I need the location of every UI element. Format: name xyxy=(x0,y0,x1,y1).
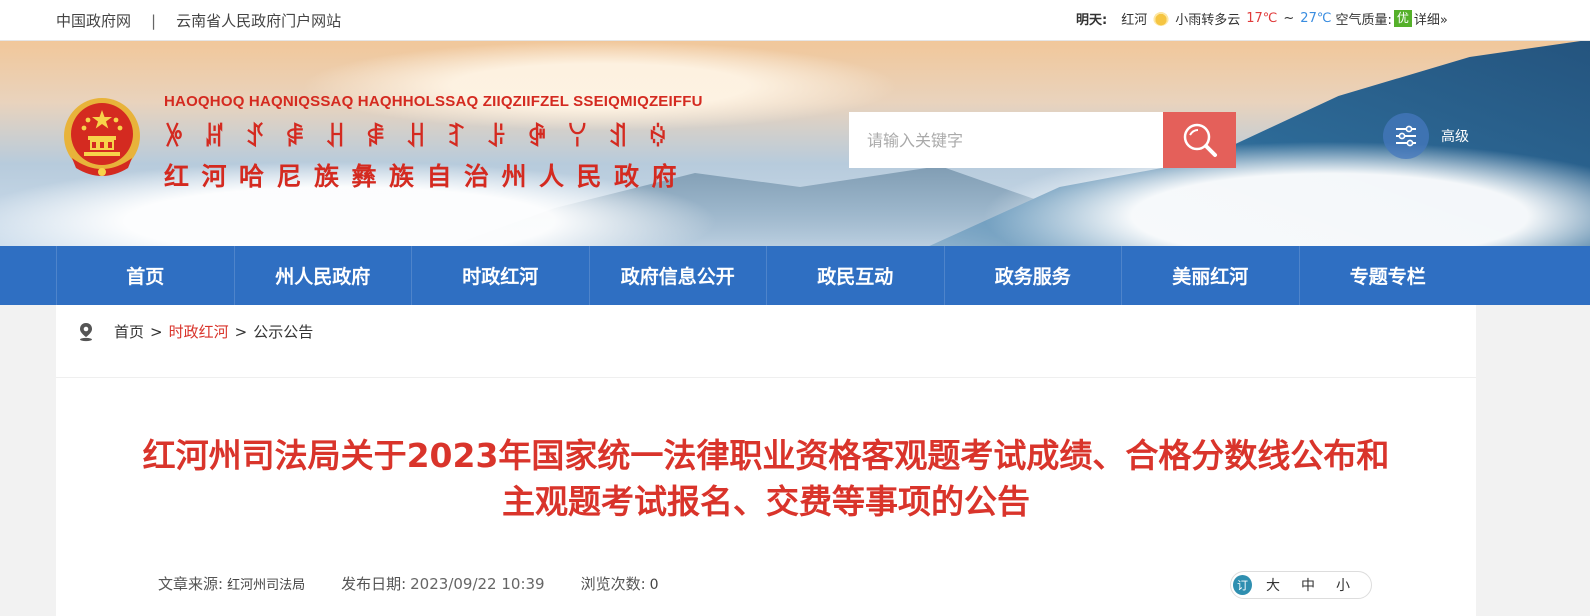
nav-item-topics[interactable]: 专题专栏 xyxy=(1298,246,1477,305)
advanced-search-button[interactable]: 高级 xyxy=(1383,113,1469,159)
sliders-icon xyxy=(1383,113,1429,159)
link-yunnan-gov[interactable]: 云南省人民政府门户网站 xyxy=(176,10,341,31)
partly-cloudy-sun-icon xyxy=(1153,10,1170,26)
content-panel: 首页 > 时政红河 > 公示公告 红河州司法局关于2023年国家统一法律职业资格… xyxy=(56,305,1476,616)
breadcrumb-home[interactable]: 首页 xyxy=(114,321,144,342)
font-size-large[interactable]: 大 xyxy=(1266,575,1280,595)
font-size-icon: 订 xyxy=(1233,575,1252,595)
top-links: 中国政府网 | 云南省人民政府门户网站 xyxy=(56,10,341,31)
location-pin-icon xyxy=(80,322,92,341)
weather-temp-low: 27℃ xyxy=(1300,10,1332,26)
nav-item-home[interactable]: 首页 xyxy=(56,246,234,305)
breadcrumb-section[interactable]: 时政红河 xyxy=(169,321,229,342)
site-title-yi: ꉼꏦꀋꍂꃅꍂꃅꆈꌠꋤꌩꀊꍈ xyxy=(164,123,689,153)
banner-cloud xyxy=(300,41,900,131)
font-size-selector: 订 大 中 小 xyxy=(1230,571,1372,599)
source-value: 红河州司法局 xyxy=(227,578,306,593)
search-icon xyxy=(1183,123,1217,157)
advanced-search-label: 高级 xyxy=(1441,129,1469,145)
nav-item-interaction[interactable]: 政民互动 xyxy=(766,246,944,305)
nav-item-beautiful-honghe[interactable]: 美丽红河 xyxy=(1121,246,1299,305)
font-size-small[interactable]: 小 xyxy=(1336,575,1350,595)
weather-widget: 明天: 红河 小雨转多云 17℃ ~ 27℃ 空气质量: 优 详细» xyxy=(1076,9,1448,27)
search-input[interactable] xyxy=(849,112,1163,168)
nav-item-government[interactable]: 州人民政府 xyxy=(233,246,412,305)
air-quality-label: 空气质量: xyxy=(1335,12,1392,28)
date-value: 2023/09/22 10:39 xyxy=(410,575,545,593)
breadcrumb-current[interactable]: 公示公告 xyxy=(253,321,313,342)
views-value: 0 xyxy=(649,577,659,593)
date-label: 发布日期: xyxy=(341,575,407,593)
site-title-latin: HAOQHOQ HAQNIQSSAQ HAQHHOLSSAQ ZIIQZIIFZ… xyxy=(164,93,703,110)
nav-item-news[interactable]: 时政红河 xyxy=(411,246,589,305)
divider xyxy=(56,377,1476,378)
header-banner: HAOQHOQ HAQNIQSSAQ HAQHHOLSSAQ ZIIQZIIFZ… xyxy=(0,41,1590,246)
article-title-line1: 红河州司法局关于2023年国家统一法律职业资格客观题考试成绩、合格分数线公布和 xyxy=(142,436,1390,475)
site-title-chinese: 红河哈尼族彝族自治州人民政府 xyxy=(164,162,690,191)
top-link-separator: | xyxy=(151,11,157,30)
weather-detail-link[interactable]: 详细» xyxy=(1414,9,1448,28)
weather-description: 小雨转多云 xyxy=(1175,12,1241,28)
nav-item-services[interactable]: 政务服务 xyxy=(943,246,1122,305)
nav-item-info-disclosure[interactable]: 政府信息公开 xyxy=(588,246,767,305)
article-title-line2: 主观题考试报名、交费等事项的公告 xyxy=(502,482,1030,521)
views-label: 浏览次数: xyxy=(580,575,646,593)
weather-temp-tilde: ~ xyxy=(1283,10,1295,26)
link-china-gov[interactable]: 中国政府网 xyxy=(56,10,131,31)
article-meta: 文章来源: 红河州司法局 发布日期: 2023/09/22 10:39 浏览次数… xyxy=(158,573,659,594)
weather-city: 红河 xyxy=(1121,12,1148,28)
source-label: 文章来源: xyxy=(158,575,224,593)
top-utility-bar: 中国政府网 | 云南省人民政府门户网站 明天: 红河 小雨转多云 17℃ ~ 2… xyxy=(0,0,1590,41)
search-button[interactable] xyxy=(1163,112,1236,168)
weather-day: 明天: xyxy=(1076,12,1108,28)
breadcrumb-separator: > xyxy=(150,322,163,341)
air-quality-badge: 优 xyxy=(1393,9,1412,27)
breadcrumb: 首页 > 时政红河 > 公示公告 xyxy=(78,321,313,342)
article-title: 红河州司法局关于2023年国家统一法律职业资格客观题考试成绩、合格分数线公布和 … xyxy=(96,433,1436,525)
breadcrumb-separator: > xyxy=(234,322,248,341)
font-size-medium[interactable]: 中 xyxy=(1301,575,1315,595)
main-nav: 首页 州人民政府 时政红河 政府信息公开 政民互动 政务服务 美丽红河 专题专栏 xyxy=(0,246,1590,305)
weather-temp-high: 17℃ xyxy=(1246,10,1278,26)
national-emblem-icon[interactable] xyxy=(62,96,142,180)
